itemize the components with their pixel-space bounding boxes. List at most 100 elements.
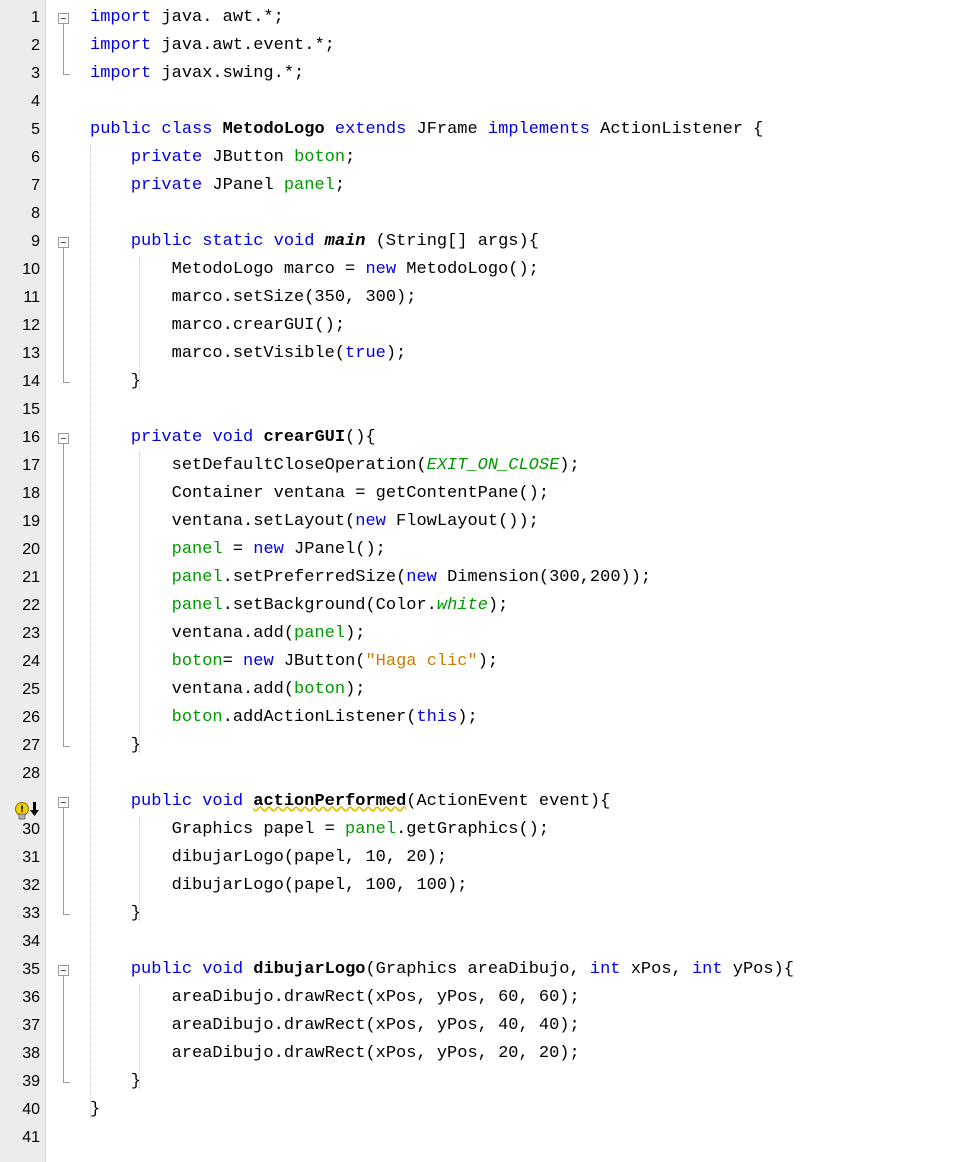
code-line[interactable]: setDefaultCloseOperation(EXIT_ON_CLOSE); — [90, 452, 580, 480]
line-number: 21 — [22, 569, 40, 586]
code-token: setDefaultCloseOperation( — [90, 456, 427, 475]
code-token: ventana.setLayout( — [90, 512, 356, 531]
code-line[interactable]: panel = new JPanel(); — [90, 536, 386, 564]
code-line[interactable]: dibujarLogo(papel, 10, 20); — [90, 844, 447, 872]
code-line[interactable]: } — [90, 732, 141, 760]
code-line[interactable]: areaDibujo.drawRect(xPos, yPos, 40, 40); — [90, 1012, 580, 1040]
code-line[interactable]: public static void main (String[] args){ — [90, 228, 539, 256]
code-line[interactable]: marco.setVisible(true); — [90, 340, 407, 368]
code-token: ventana.add( — [90, 624, 295, 643]
line-number: 11 — [23, 289, 40, 306]
line-number: 1 — [31, 9, 40, 26]
code-token: (String[] args){ — [365, 232, 539, 251]
code-editor[interactable]: 1 2 3 4 5 6 7 8 9 10 11 12 13 14 15 16 17 18 19 20 21 22 23 24 2… — [0, 0, 980, 1162]
override-arrow-icon: ! — [15, 802, 39, 820]
code-token: marco.setSize(350, 300); — [90, 288, 417, 307]
code-token: crearGUI — [263, 428, 346, 447]
code-line[interactable]: panel.setBackground(Color.white); — [90, 592, 509, 620]
code-line[interactable]: ventana.add(panel); — [90, 620, 366, 648]
line-number: 28 — [22, 765, 40, 782]
code-token: int — [589, 960, 621, 979]
code-line[interactable]: import javax.swing.*; — [90, 60, 304, 88]
code-token: panel — [294, 624, 346, 643]
code-line[interactable]: import java.awt.event.*; — [90, 32, 335, 60]
line-number: 8 — [31, 205, 40, 222]
fold-toggle-icon[interactable] — [58, 237, 69, 248]
code-token: panel — [283, 176, 335, 195]
code-line[interactable]: private JPanel panel; — [90, 172, 345, 200]
code-token: actionPerformed — [253, 792, 407, 811]
code-line[interactable]: areaDibujo.drawRect(xPos, yPos, 20, 20); — [90, 1040, 580, 1068]
code-line[interactable]: boton= new JButton("Haga clic"); — [90, 648, 498, 676]
code-line[interactable]: ventana.setLayout(new FlowLayout()); — [90, 508, 539, 536]
code-line[interactable]: import java. awt.*; — [90, 4, 284, 32]
code-line[interactable]: MetodoLogo marco = new MetodoLogo(); — [90, 256, 539, 284]
code-line[interactable]: public void actionPerformed(ActionEvent … — [90, 788, 611, 816]
code-token: ); — [477, 652, 499, 671]
code-line[interactable]: } — [90, 1068, 141, 1096]
line-number: 10 — [22, 261, 40, 278]
code-token: EXIT_ON_CLOSE — [426, 456, 560, 475]
code-token: .addActionListener( — [222, 708, 417, 727]
code-line[interactable]: boton.addActionListener(this); — [90, 704, 478, 732]
code-token: marco.crearGUI(); — [90, 316, 346, 335]
line-number: 2 — [31, 37, 40, 54]
code-token: } — [90, 1072, 142, 1091]
line-number: 31 — [22, 849, 40, 866]
line-number: 18 — [22, 485, 40, 502]
code-line[interactable]: marco.setSize(350, 300); — [90, 284, 417, 312]
code-token: true — [345, 344, 386, 363]
code-token: JButton( — [273, 652, 366, 671]
code-line[interactable]: dibujarLogo(papel, 100, 100); — [90, 872, 468, 900]
code-token: MetodoLogo(); — [396, 260, 539, 279]
code-line[interactable]: public void dibujarLogo(Graphics areaDib… — [90, 956, 794, 984]
code-token: panel — [171, 540, 223, 559]
line-number-gutter: 1 2 3 4 5 6 7 8 9 10 11 12 13 14 15 16 17 18 19 20 21 22 23 24 2… — [0, 0, 46, 1162]
line-number: 6 — [31, 149, 40, 166]
code-line[interactable]: areaDibujo.drawRect(xPos, yPos, 60, 60); — [90, 984, 580, 1012]
code-line[interactable]: marco.crearGUI(); — [90, 312, 345, 340]
code-token: ; — [345, 148, 356, 167]
code-token: .getGraphics(); — [396, 820, 550, 839]
code-line[interactable]: Container ventana = getContentPane(); — [90, 480, 549, 508]
fold-toggle-icon[interactable] — [58, 13, 69, 24]
code-token: ); — [457, 708, 478, 727]
code-line[interactable]: ventana.add(boton); — [90, 676, 366, 704]
code-line[interactable]: Graphics papel = panel.getGraphics(); — [90, 816, 549, 844]
line-number: 36 — [22, 989, 40, 1006]
code-line[interactable]: private void crearGUI(){ — [90, 424, 376, 452]
code-token: Graphics papel = — [90, 820, 346, 839]
line-number: 26 — [22, 709, 40, 726]
line-number: 17 — [22, 457, 40, 474]
code-line[interactable]: } — [90, 900, 141, 928]
code-token: this — [416, 708, 458, 727]
warning-bulb-icon[interactable]: ! — [13, 800, 41, 824]
code-line[interactable]: } — [90, 368, 141, 396]
line-number: 15 — [22, 401, 40, 418]
fold-toggle-icon[interactable] — [58, 797, 69, 808]
code-token: void — [273, 232, 315, 251]
code-line[interactable]: panel.setPreferredSize(new Dimension(300… — [90, 564, 652, 592]
code-token: boton — [294, 148, 346, 167]
fold-toggle-icon[interactable] — [58, 965, 69, 976]
fold-toggle-icon[interactable] — [58, 433, 69, 444]
fold-line — [63, 24, 64, 74]
code-token: boton — [294, 680, 346, 699]
code-line[interactable]: private JButton boton; — [90, 144, 355, 172]
fold-end — [63, 74, 70, 75]
code-token: boton — [171, 708, 223, 727]
code-token: (Graphics areaDibujo, — [365, 960, 590, 979]
code-token: ); — [487, 596, 509, 615]
code-token: import — [90, 8, 152, 27]
code-line[interactable]: } — [90, 1096, 100, 1124]
code-token: "Haga clic" — [365, 652, 478, 671]
code-line[interactable]: public class MetodoLogo extends JFrame i… — [90, 116, 763, 144]
